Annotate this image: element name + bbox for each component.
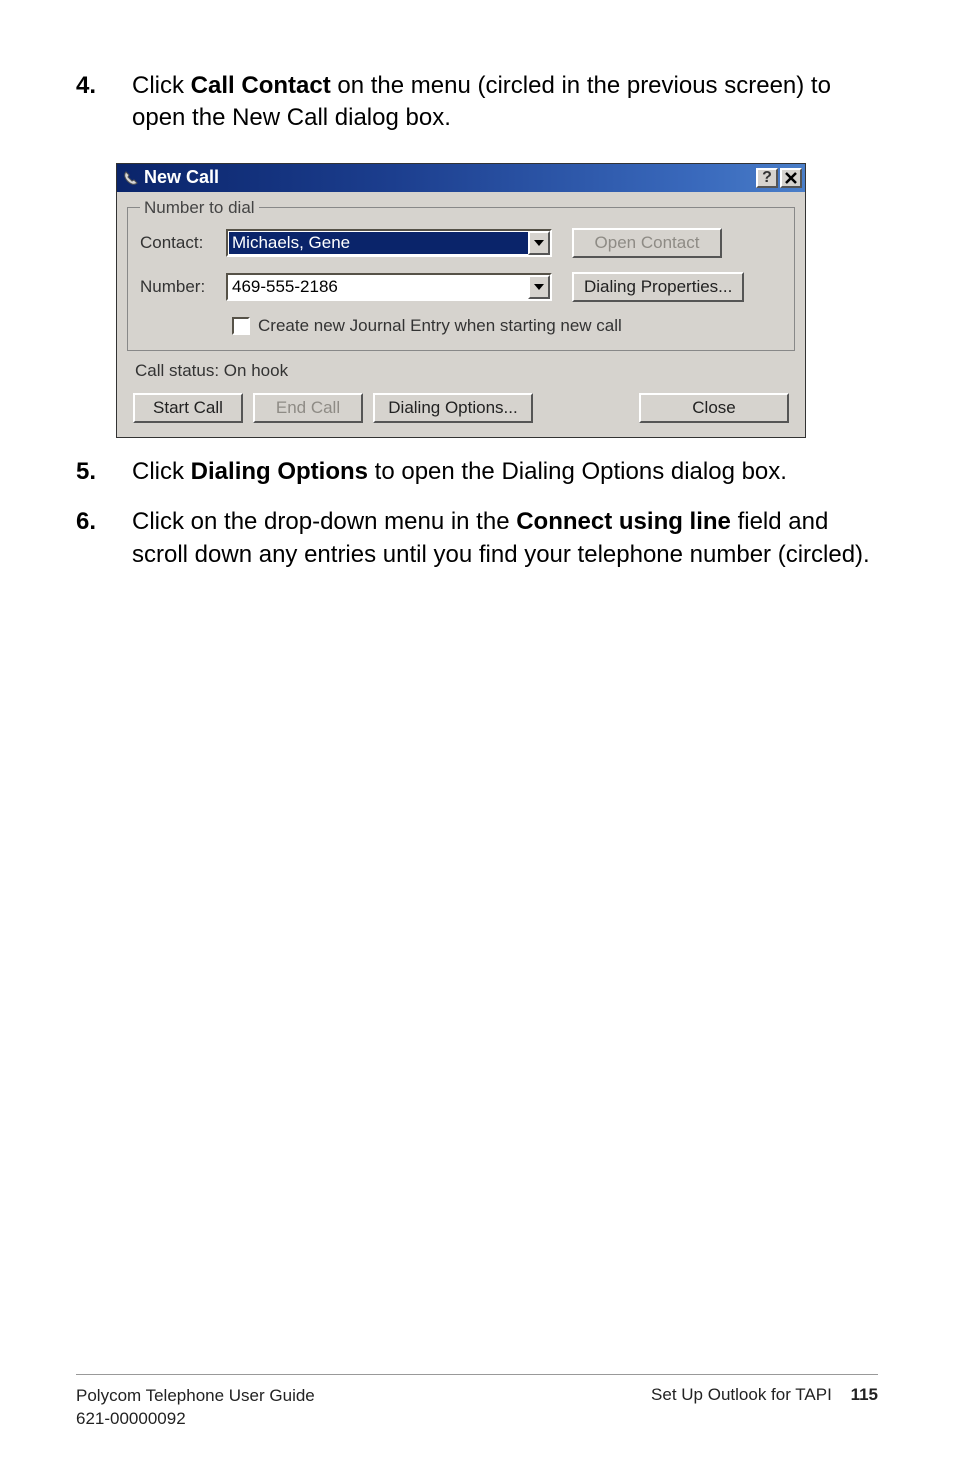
- number-to-dial-group: Number to dial Contact: Michaels, Gene O…: [127, 198, 795, 351]
- step-body: Click Call Contact on the menu (circled …: [132, 70, 878, 135]
- title-bar: New Call ?: [117, 164, 805, 192]
- text: Click: [132, 72, 191, 99]
- open-contact-button[interactable]: Open Contact: [572, 228, 722, 258]
- step-body: Click Dialing Options to open the Dialin…: [132, 456, 878, 488]
- help-button[interactable]: ?: [756, 168, 778, 188]
- new-call-dialog-figure: New Call ? Number to dial Contact: Micha…: [116, 163, 878, 438]
- step-6: 6. Click on the drop-down menu in the Co…: [76, 506, 878, 571]
- journal-entry-checkbox[interactable]: [232, 317, 250, 335]
- chevron-down-icon[interactable]: [528, 275, 550, 299]
- text: to open the Dialing Options dialog box.: [368, 458, 787, 485]
- step-number: 4.: [76, 70, 132, 135]
- phone-icon: [122, 169, 140, 187]
- step-4: 4. Click Call Contact on the menu (circl…: [76, 70, 878, 135]
- footer-page-number: 115: [851, 1385, 878, 1404]
- chevron-down-icon[interactable]: [528, 231, 550, 255]
- page-footer: Polycom Telephone User Guide 621-0000009…: [76, 1374, 878, 1431]
- close-button[interactable]: Close: [639, 393, 789, 423]
- bold-text: Call Contact: [191, 72, 331, 99]
- journal-entry-label: Create new Journal Entry when starting n…: [258, 316, 622, 336]
- bold-text: Dialing Options: [191, 458, 368, 485]
- group-legend: Number to dial: [140, 198, 259, 218]
- dialing-properties-button[interactable]: Dialing Properties...: [572, 272, 744, 302]
- contact-combobox[interactable]: Michaels, Gene: [226, 229, 552, 257]
- bold-text: Connect using line: [516, 508, 731, 535]
- footer-section-title: Set Up Outlook for TAPI: [651, 1385, 832, 1404]
- contact-value: Michaels, Gene: [229, 232, 528, 254]
- number-combobox[interactable]: 469-555-2186: [226, 273, 552, 301]
- start-call-button[interactable]: Start Call: [133, 393, 243, 423]
- contact-label: Contact:: [140, 233, 226, 253]
- footer-doc-number: 621-00000092: [76, 1408, 651, 1431]
- dialing-options-button[interactable]: Dialing Options...: [373, 393, 533, 423]
- step-number: 5.: [76, 456, 132, 488]
- number-value: 469-555-2186: [228, 277, 528, 297]
- text: Click: [132, 458, 191, 485]
- dialog-title: New Call: [144, 167, 756, 188]
- call-status-text: Call status: On hook: [135, 361, 795, 381]
- footer-guide-title: Polycom Telephone User Guide: [76, 1385, 651, 1408]
- number-label: Number:: [140, 277, 226, 297]
- step-body: Click on the drop-down menu in the Conne…: [132, 506, 878, 571]
- close-x-button[interactable]: [780, 168, 802, 188]
- step-5: 5. Click Dialing Options to open the Dia…: [76, 456, 878, 488]
- text: Click on the drop-down menu in the: [132, 508, 516, 535]
- step-number: 6.: [76, 506, 132, 571]
- end-call-button[interactable]: End Call: [253, 393, 363, 423]
- new-call-dialog: New Call ? Number to dial Contact: Micha…: [116, 163, 806, 438]
